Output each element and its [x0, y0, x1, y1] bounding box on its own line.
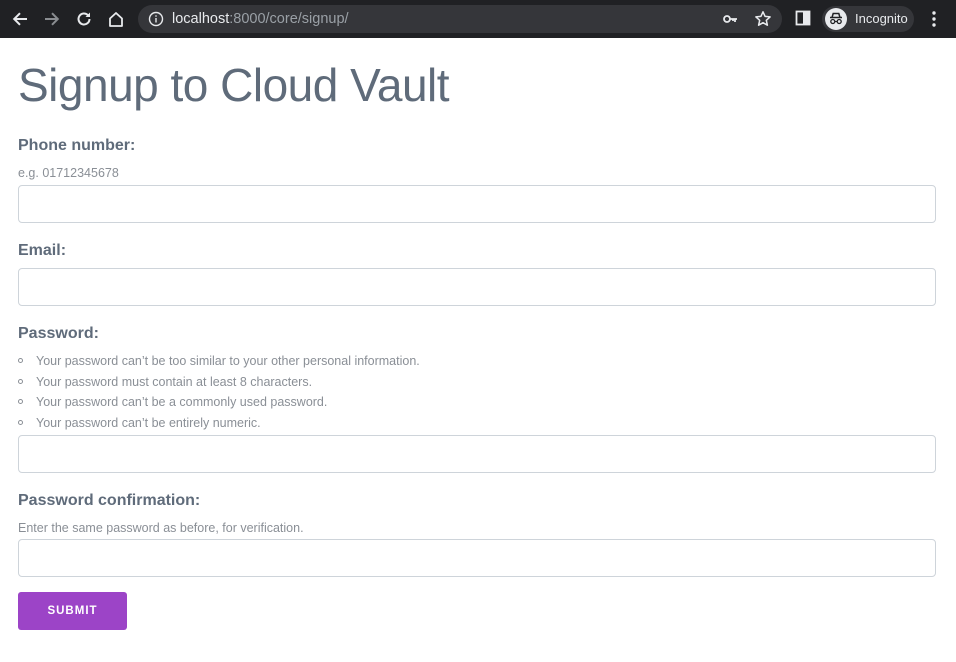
phone-input[interactable] [18, 185, 936, 223]
home-icon[interactable] [104, 7, 128, 31]
incognito-icon [825, 8, 847, 30]
password-rule-text: Your password must contain at least 8 ch… [36, 374, 313, 389]
phone-hint: e.g. 01712345678 [18, 166, 119, 180]
url-host: localhost [172, 11, 230, 27]
phone-label: Phone number: [18, 137, 136, 154]
bullet-icon [18, 358, 23, 363]
email-label: Email: [18, 242, 67, 259]
key-icon[interactable] [722, 11, 738, 27]
password-label: Password: [18, 325, 99, 342]
side-panel-icon[interactable] [795, 10, 811, 26]
url-text[interactable]: localhost:8000/core/signup/ [172, 11, 349, 27]
password-rule: Your password can’t be entirely numeric. [18, 415, 420, 436]
password-rule: Your password must contain at least 8 ch… [18, 374, 420, 395]
password-rule: Your password can’t be too similar to yo… [18, 353, 420, 374]
bullet-icon [18, 378, 23, 384]
browser-toolbar: localhost:8000/core/signup/ Incognito [0, 0, 956, 38]
url-path: :8000/core/signup/ [229, 11, 349, 27]
back-icon[interactable] [8, 7, 32, 31]
submit-button[interactable]: SUBMIT [18, 592, 127, 630]
info-icon[interactable] [148, 11, 164, 27]
incognito-label: Incognito [855, 11, 908, 26]
password-confirmation-label: Password confirmation: [18, 492, 201, 509]
password-rule-text: Your password can’t be entirely numeric. [36, 415, 261, 430]
password-rules: Your password can’t be too similar to yo… [18, 353, 420, 435]
incognito-profile-button[interactable]: Incognito [822, 6, 914, 32]
page-title: Signup to Cloud Vault [18, 59, 450, 111]
address-bar[interactable]: localhost:8000/core/signup/ [138, 5, 782, 33]
password-confirmation-input[interactable] [18, 539, 936, 577]
password-rule: Your password can’t be a commonly used p… [18, 394, 420, 415]
star-icon[interactable] [754, 10, 772, 28]
password-rule-text: Your password can’t be too similar to yo… [36, 354, 420, 368]
password-rule-text: Your password can’t be a commonly used p… [36, 395, 328, 410]
password-input[interactable] [18, 435, 936, 473]
menu-icon[interactable] [927, 8, 941, 30]
reload-icon[interactable] [72, 7, 96, 31]
bullet-icon [18, 399, 23, 405]
forward-icon[interactable] [40, 7, 64, 31]
password-confirmation-hint: Enter the same password as before, for v… [18, 521, 304, 535]
bullet-icon [18, 419, 23, 425]
email-input[interactable] [18, 268, 936, 306]
